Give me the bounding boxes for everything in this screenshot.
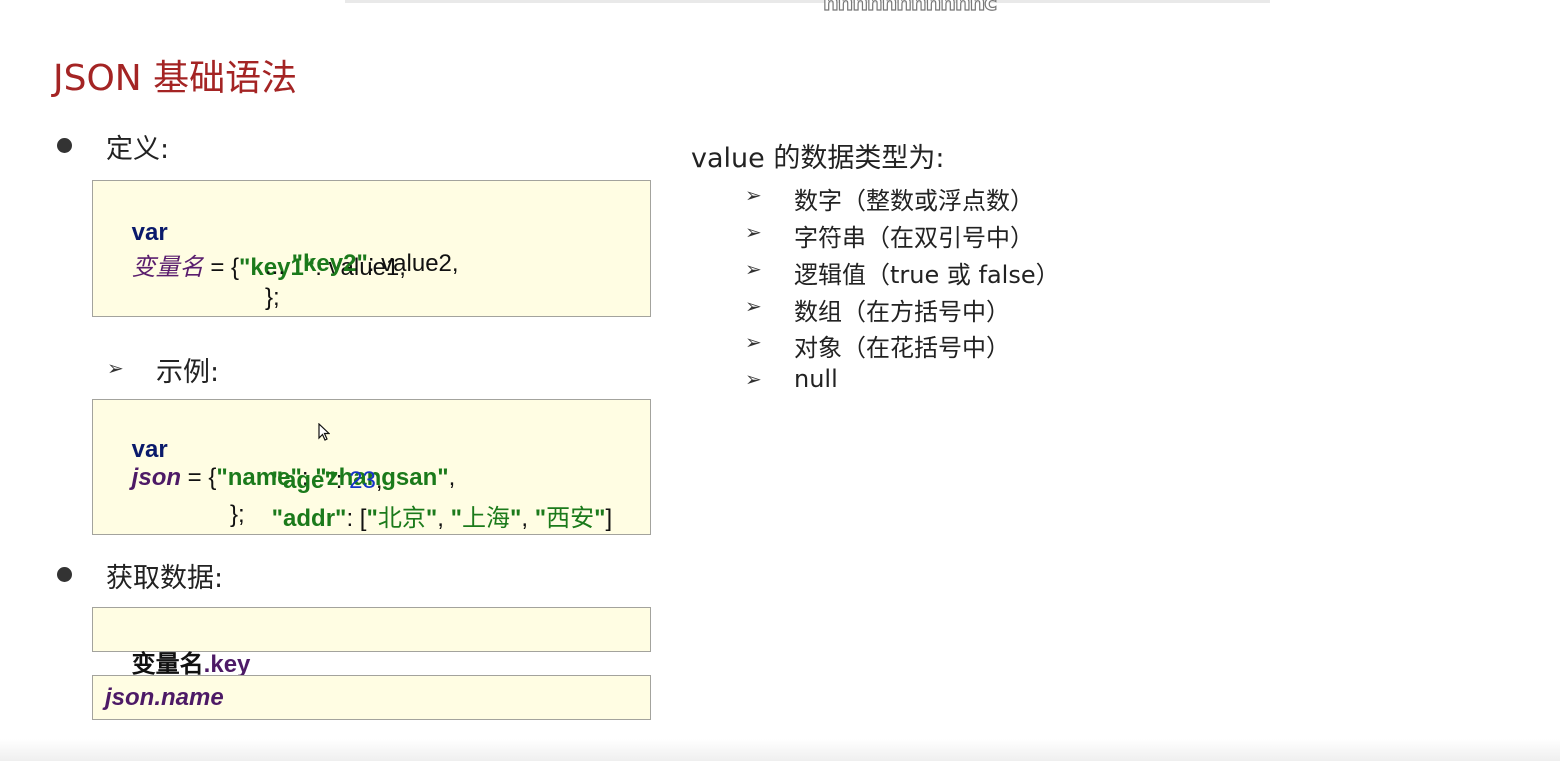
code-key-addr: "addr": [271, 505, 347, 532]
example-heading: 示例:: [156, 357, 220, 388]
bullet-get-data: [57, 567, 72, 582]
access-code-box-1: 变量名.key: [92, 607, 651, 678]
code-keyword-var: var: [131, 219, 168, 246]
slide-title: JSON 基础语法: [53, 58, 298, 99]
arrow-icon: ➢: [745, 183, 762, 207]
code-close-brace: };: [230, 501, 245, 528]
code-close-brace: };: [265, 284, 280, 311]
code-quote: ": [594, 505, 606, 532]
code-city-beijing: 北京: [377, 504, 426, 532]
watermark-text: nnnnnnnnnnnc: [822, 0, 998, 17]
example-code-box: var json = {"name": "zhangsan", "age": 2…: [92, 399, 651, 535]
value-types-heading: value 的数据类型为:: [691, 143, 945, 174]
code-bracket-close: ]: [605, 505, 613, 532]
get-data-heading: 获取数据:: [106, 563, 224, 594]
code-quote: ": [509, 505, 522, 532]
arrow-icon: ➢: [745, 220, 762, 244]
code-separator: ,: [437, 505, 451, 532]
code-city-xian: 西安: [546, 504, 595, 532]
code-eq-open: = {: [181, 464, 217, 491]
arrow-icon: ➢: [745, 367, 762, 391]
code-colon-bracket: : [: [346, 505, 367, 532]
value-type-item: 对象（在花括号中）: [794, 334, 1010, 362]
value-type-item: null: [794, 365, 838, 393]
code-variable-name: 变量名: [131, 253, 204, 281]
definition-heading: 定义:: [106, 134, 170, 165]
code-quote: ": [366, 505, 378, 532]
code-quote: ": [450, 505, 462, 532]
value-type-item: 字符串（在双引号中）: [794, 224, 1034, 252]
mouse-cursor-icon: [318, 423, 330, 441]
code-key2: "key2": [291, 250, 368, 277]
top-bar: [345, 0, 1270, 3]
arrow-icon: ➢: [107, 356, 124, 380]
value-type-item: 逻辑值（true 或 false）: [794, 261, 1060, 289]
access-json-name: json.name: [105, 684, 224, 711]
code-variable-json: json: [131, 464, 182, 491]
code-eq-open: = {: [203, 254, 240, 281]
bottom-edge: [0, 739, 1560, 761]
code-city-shanghai: 上海: [461, 504, 510, 532]
arrow-icon: ➢: [745, 294, 762, 318]
code-separator: ,: [521, 505, 535, 532]
bullet-definition: [57, 138, 72, 153]
arrow-icon: ➢: [745, 257, 762, 281]
arrow-icon: ➢: [745, 330, 762, 354]
code-keyword-var: var: [131, 436, 168, 463]
access-code-box-2: json.name: [92, 675, 651, 720]
definition-code-box: var 变量名 = {"key1": value1, "key2": value…: [92, 180, 651, 317]
code-quote: ": [534, 505, 547, 532]
access-key: .key: [203, 651, 251, 678]
access-variable-name: 变量名: [131, 651, 204, 678]
code-value2: : value2,: [367, 250, 459, 277]
code-quote: ": [425, 505, 438, 532]
value-type-item: 数字（整数或浮点数）: [794, 187, 1034, 215]
value-type-item: 数组（在方括号中）: [794, 298, 1010, 326]
code-ellipsis: ...: [265, 253, 286, 280]
